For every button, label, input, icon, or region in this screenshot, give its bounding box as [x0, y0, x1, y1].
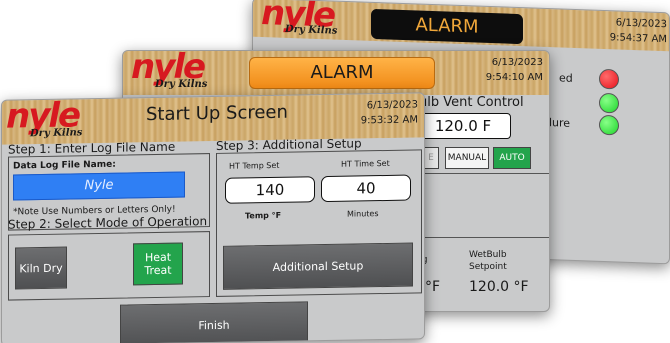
- status-lamp-red: [599, 68, 619, 90]
- alarm-banner[interactable]: ALARM: [371, 8, 523, 45]
- log-file-label: Data Log File Name:: [13, 159, 116, 172]
- date-text: 6/13/2023: [491, 57, 543, 68]
- hmi-screens-stack: nyle Dry Kilns ALARM 6/13/2023 9:54:37 A…: [0, 0, 670, 343]
- nyle-logo: nyle Dry Kilns: [6, 95, 83, 140]
- time-text: 9:54:10 AM: [485, 72, 543, 83]
- date-time: 6/13/2023 9:54:37 AM: [610, 15, 667, 47]
- alarm-banner[interactable]: ALARM: [249, 57, 435, 89]
- additional-setup-button[interactable]: Additional Setup: [223, 242, 413, 290]
- date-time: 6/13/2023 9:53:32 AM: [361, 97, 418, 128]
- wetbulb-setpoint-label: WetBulb Setpoint: [469, 250, 507, 272]
- heat-treat-button[interactable]: Heat Treat: [133, 242, 183, 286]
- time-text: 9:54:37 AM: [609, 32, 667, 46]
- row-label-fragment: ed: [559, 71, 573, 85]
- page-title: Start Up Screen: [146, 101, 288, 126]
- nyle-logo: nyle Dry Kilns: [261, 0, 338, 37]
- mode-button-partial[interactable]: E: [423, 147, 439, 169]
- date-time: 6/13/2023 9:54:10 AM: [486, 55, 543, 85]
- auto-mode-button[interactable]: AUTO: [493, 147, 531, 169]
- ht-time-input[interactable]: 40: [321, 174, 411, 203]
- time-unit-label: Minutes: [347, 209, 379, 219]
- ht-temp-input[interactable]: 140: [225, 176, 315, 204]
- finish-button[interactable]: Finish: [120, 301, 308, 343]
- status-lamp-green: [599, 114, 619, 136]
- mode-panel: Kiln Dry Heat Treat: [8, 231, 210, 301]
- date-text: 6/13/2023: [366, 99, 418, 112]
- divider: [423, 173, 549, 174]
- wetbulb-setpoint-value[interactable]: 120.0 °F: [469, 279, 529, 295]
- temperature-unit-fragment: °F: [425, 279, 441, 295]
- ht-temp-label: HT Temp Set: [229, 160, 280, 171]
- kiln-dry-button[interactable]: Kiln Dry: [15, 246, 67, 290]
- additional-setup-panel: HT Temp Set HT Time Set 140 40 Temp °F M…: [216, 149, 422, 297]
- row-label-fragment: lure: [549, 116, 571, 130]
- vent-control-title: ulb Vent Control: [419, 95, 524, 110]
- nyle-logo: nyle Dry Kilns: [131, 50, 208, 90]
- time-text: 9:53:32 AM: [360, 114, 418, 127]
- temp-unit-label: Temp °F: [245, 210, 282, 221]
- manual-mode-button[interactable]: MANUAL: [445, 147, 489, 169]
- status-lamp-green: [599, 92, 619, 114]
- step2-title: Step 2: Select Mode of Operation: [8, 214, 208, 232]
- start-up-screen: nyle Dry Kilns Start Up Screen 6/13/2023…: [1, 92, 425, 343]
- divider: [423, 237, 549, 238]
- log-file-name-input[interactable]: Nyle: [13, 171, 185, 201]
- vent-setpoint-input[interactable]: 120.0 F: [415, 113, 511, 139]
- ht-time-label: HT Time Set: [341, 158, 390, 169]
